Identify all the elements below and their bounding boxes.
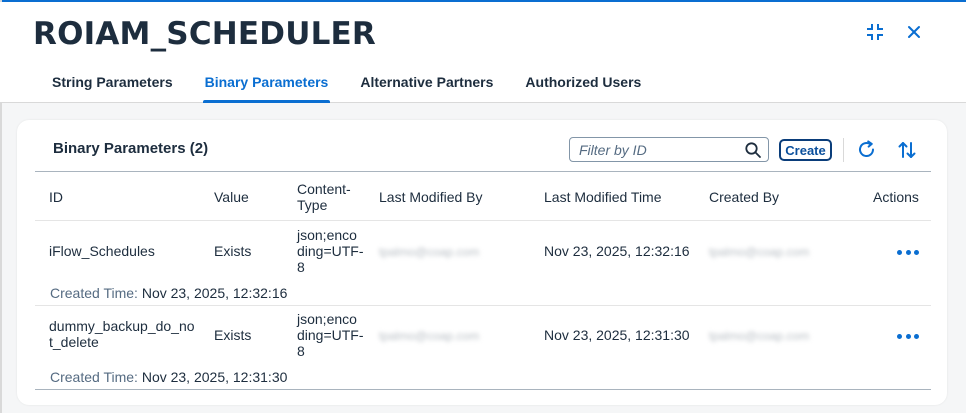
cell-value: Exists — [214, 327, 252, 343]
sort-icon[interactable] — [897, 140, 917, 160]
table-row[interactable]: dummy_backup_do_no t_delete Exists json;… — [35, 306, 931, 390]
cell-id: dummy_backup_do_no t_delete — [49, 318, 195, 350]
created-time-value: Nov 23, 2025, 12:31:30 — [141, 369, 288, 385]
tab-bar: String Parameters Binary Parameters Alte… — [36, 72, 657, 104]
dot — [905, 333, 911, 339]
cell-last-modified-time: Nov 23, 2025, 12:32:16 — [544, 243, 690, 259]
column-header-value[interactable]: Value — [214, 189, 249, 205]
page-title: ROIAM_SCHEDULER — [33, 16, 377, 52]
cell-id-line: iFlow_Schedules — [49, 243, 155, 259]
column-header-actions: Actions — [873, 189, 919, 205]
dot — [914, 249, 919, 255]
cell-content-type-line: ding=UTF- — [297, 243, 364, 259]
tab-authorized-users[interactable]: Authorized Users — [509, 72, 657, 104]
tab-binary-parameters[interactable]: Binary Parameters — [189, 72, 345, 104]
cell-content-type-line: 8 — [297, 259, 305, 275]
dot — [897, 333, 902, 339]
section-title: Binary Parameters (2) — [53, 140, 209, 157]
table-header: ID Value Content- Type Last Modified By … — [35, 171, 931, 221]
column-header-last-modified-by[interactable]: Last Modified By — [379, 189, 483, 205]
close-icon[interactable] — [904, 22, 924, 42]
created-time: Created Time: Nov 23, 2025, 12:32:16 — [50, 285, 287, 301]
cell-last-modified-time: Nov 23, 2025, 12:31:30 — [544, 327, 690, 343]
search-icon[interactable] — [744, 141, 762, 159]
cell-content-type-line: json;enco — [297, 311, 357, 327]
cell-content-type-line: ding=UTF- — [297, 327, 364, 343]
cell-content-type: json;enco ding=UTF- 8 — [297, 311, 364, 359]
created-time: Created Time: Nov 23, 2025, 12:31:30 — [50, 369, 287, 385]
cell-created-by: tpalmo@coap.com — [709, 329, 810, 343]
column-header-id[interactable]: ID — [49, 189, 63, 205]
column-header-created-by[interactable]: Created By — [709, 189, 779, 205]
column-header-content-type-line2: Type — [297, 197, 328, 213]
cell-content-type-line: 8 — [297, 343, 305, 359]
cell-content-type: json;enco ding=UTF- 8 — [297, 227, 364, 275]
cell-id-line: t_delete — [49, 334, 99, 350]
created-time-label: Created Time: — [50, 285, 138, 301]
refresh-icon[interactable] — [857, 140, 877, 160]
row-actions-overflow-icon[interactable] — [897, 330, 919, 342]
toolbar-separator — [843, 138, 844, 162]
created-time-value: Nov 23, 2025, 12:32:16 — [141, 285, 288, 301]
cell-created-by: tpalmo@coap.com — [709, 245, 810, 259]
dot — [897, 249, 902, 255]
cell-last-modified-by: tpalmo@coap.com — [379, 329, 480, 343]
dot — [905, 249, 911, 255]
binary-parameters-panel: Binary Parameters (2) Create ID Value — [17, 120, 947, 405]
dialog-header: ROIAM_SCHEDULER String Parameters Binary… — [0, 2, 966, 103]
row-actions-overflow-icon[interactable] — [897, 246, 919, 258]
exit-fullscreen-icon[interactable] — [865, 22, 885, 42]
create-button[interactable]: Create — [779, 139, 832, 161]
cell-value: Exists — [214, 243, 252, 259]
filter-input[interactable] — [579, 140, 739, 159]
tab-alternative-partners[interactable]: Alternative Partners — [344, 72, 509, 104]
column-header-last-modified-time[interactable]: Last Modified Time — [544, 189, 662, 205]
search-field[interactable] — [569, 137, 769, 162]
created-time-label: Created Time: — [50, 369, 138, 385]
column-header-content-type[interactable]: Content- Type — [297, 181, 351, 213]
tab-string-parameters[interactable]: String Parameters — [36, 72, 189, 104]
cell-id-line: dummy_backup_do_no — [49, 318, 195, 334]
column-header-content-type-line1: Content- — [297, 181, 351, 197]
cell-content-type-line: json;enco — [297, 227, 357, 243]
table-row[interactable]: iFlow_Schedules Exists json;enco ding=UT… — [35, 221, 931, 306]
cell-id: iFlow_Schedules — [49, 243, 155, 259]
dot — [914, 333, 919, 339]
cell-last-modified-by: tpalmo@coap.com — [379, 245, 480, 259]
